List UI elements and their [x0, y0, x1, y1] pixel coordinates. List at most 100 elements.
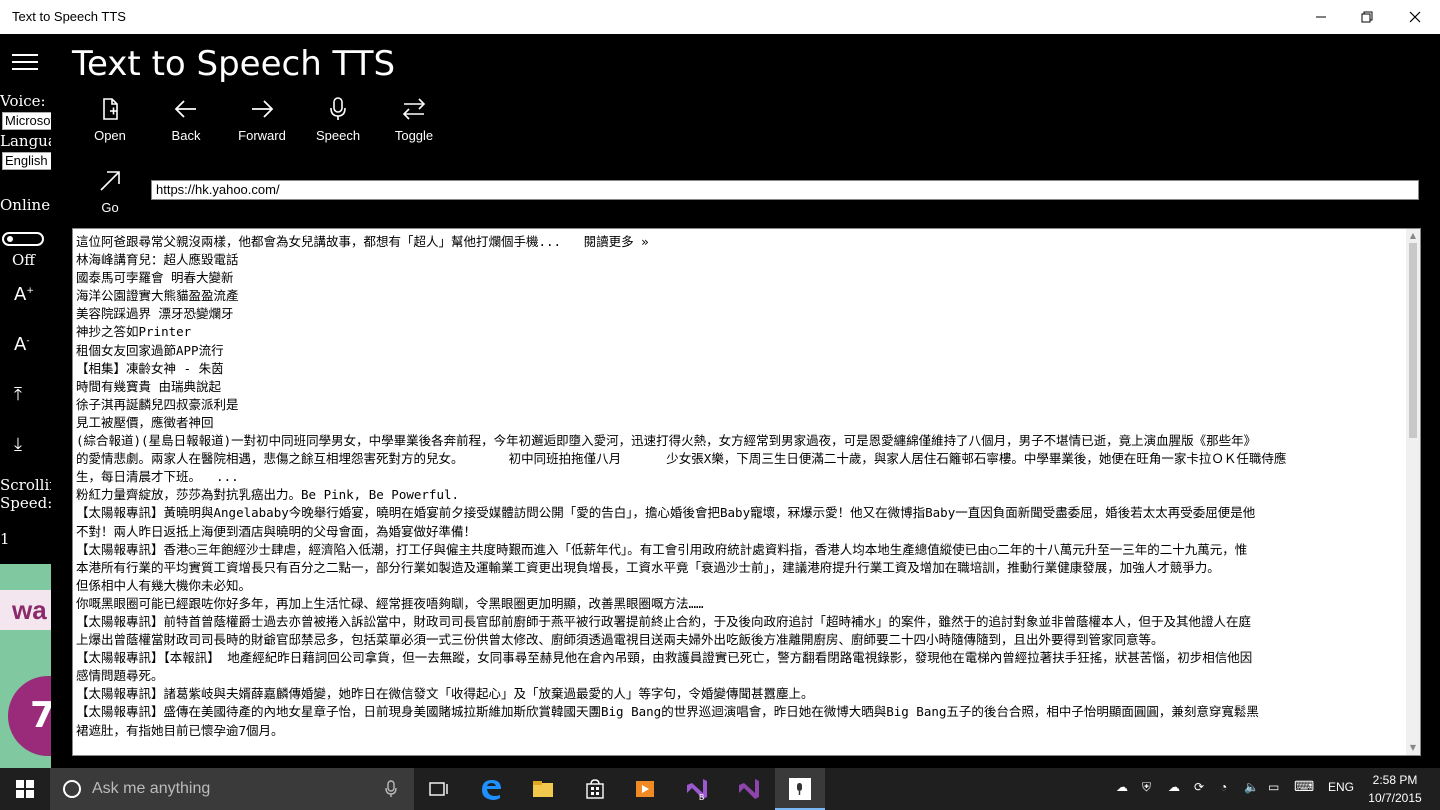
- app-title: Text to Speech TTS: [72, 44, 396, 84]
- toggle-knob: [7, 236, 13, 242]
- minimize-icon: [1316, 16, 1326, 18]
- content-line: 【太陽報專訊】前特首曾蔭權爵士過去亦曾被捲入訴訟當中，財政司司長官邸前廚師于燕平…: [76, 613, 1252, 629]
- go-button[interactable]: Go: [80, 168, 140, 220]
- close-button[interactable]: [1392, 0, 1438, 34]
- scroll-down-icon[interactable]: ▼: [1409, 743, 1417, 753]
- toggle-state-label: Off: [12, 251, 35, 269]
- url-input[interactable]: https://hk.yahoo.com/: [151, 180, 1419, 200]
- tts-app-icon: [789, 778, 811, 800]
- visual-studio-icon[interactable]: [736, 776, 762, 802]
- speed-value[interactable]: 1: [0, 530, 10, 548]
- content-line: 美容院踩過界 漂牙恐變爛牙: [76, 306, 234, 322]
- content-text-area[interactable]: 這位阿爸跟尋常父親沒兩樣，他都會為女兒講故事，都想有「超人」幫他打爛個手機...…: [72, 228, 1421, 756]
- content-line: 生，每日清晨才下班。 ...: [76, 469, 239, 485]
- speech-label: Speech: [315, 128, 361, 143]
- scroll-top-icon[interactable]: ⤒: [14, 384, 22, 405]
- arrow-left-icon: [174, 100, 196, 118]
- sync-tray-icon[interactable]: ⟳: [1194, 780, 1204, 794]
- svg-text:B: B: [699, 793, 704, 802]
- advertisement-image[interactable]: wa 7: [0, 564, 51, 768]
- content-line: 見工被壓價，應徵者神回: [76, 414, 214, 430]
- hamburger-menu-icon[interactable]: [12, 52, 38, 72]
- input-language-indicator[interactable]: ENG: [1328, 780, 1354, 794]
- toggle-label: Toggle: [394, 128, 434, 143]
- content-line: 不對！兩人昨日返抵上海便到酒店與曉明的父母會面，為婚宴做好準備！: [76, 523, 477, 539]
- back-label: Back: [171, 128, 201, 143]
- open-file-icon: [103, 98, 118, 120]
- font-decrease-icon[interactable]: A-: [14, 334, 30, 355]
- content-line: 【相集】凍齡女神 - 朱茵: [76, 360, 224, 376]
- content-text: 這位阿爸跟尋常父親沒兩樣，他都會為女兒講故事，都想有「超人」幫他打爛個手機...…: [76, 233, 1394, 740]
- back-button[interactable]: Back: [156, 96, 216, 148]
- cortana-search-box[interactable]: Ask me anything: [50, 768, 414, 810]
- tts-app-taskbar-button[interactable]: [775, 768, 825, 810]
- go-label: Go: [101, 200, 119, 215]
- content-line: 的愛情悲劇。兩家人在醫院相遇，悲傷之餘互相埋怨害死對方的兒女。 初中同班拍拖僅八…: [76, 451, 1287, 467]
- content-line: 你嘅黑眼圈可能已經跟咗你好多年，再加上生活忙碌、經常捱夜唔夠瞓，令黑眼圈更加明顯…: [76, 595, 704, 611]
- shield-tray-icon[interactable]: ⛨: [1142, 780, 1151, 795]
- side-panel: Voice: Microsoft Language English Online…: [0, 34, 51, 768]
- restore-button[interactable]: [1344, 0, 1390, 34]
- onedrive-tray-icon[interactable]: ☁: [1168, 780, 1180, 794]
- open-label: Open: [94, 128, 126, 143]
- windows-logo-icon: [16, 780, 34, 798]
- scroll-bottom-icon[interactable]: ⤓: [14, 434, 22, 455]
- edge-browser-icon[interactable]: [478, 776, 504, 802]
- content-line: 【太陽報專訊】【本報訊】 地產經紀昨日藉詞回公司拿貨，但一去無蹤，女同事尋至赫見…: [76, 650, 1253, 666]
- title-bar: Text to Speech TTS: [0, 0, 1440, 34]
- font-increase-icon[interactable]: A+: [14, 284, 34, 305]
- content-line: 徐子淇再誕麟兒四叔豪派利是: [76, 396, 239, 412]
- cortana-circle-icon: [63, 780, 81, 798]
- content-scrollbar[interactable]: ▲ ▼: [1406, 229, 1420, 755]
- language-select[interactable]: English: [2, 152, 51, 170]
- microphone-icon[interactable]: [385, 780, 397, 798]
- content-line: 粉紅力量齊綻放，莎莎為對抗乳癌出力。Be Pink, Be Powerful.: [76, 487, 460, 503]
- content-line: 林海峰講育兒：超人應毀電話: [76, 252, 239, 268]
- main-area: Text to Speech TTS Open Back Forward Spe…: [51, 34, 1440, 768]
- forward-label: Forward: [238, 128, 286, 143]
- content-line: 【太陽報專訊】香港○三年飽經沙士肆虐，經濟陷入低潮，打工仔與僱主共度時艱而進入「…: [76, 541, 1248, 557]
- content-line: 上爆出曾蔭權當財政司司長時的財爺官邸禁忌多，包括菜單必須一式三份供曾太修改、廚師…: [76, 632, 1164, 648]
- speed-label: Speed:: [0, 494, 51, 512]
- close-icon: [1409, 11, 1421, 23]
- content-line: 這位阿爸跟尋常父親沒兩樣，他都會為女兒講故事，都想有「超人」幫他打爛個手機...…: [76, 234, 649, 249]
- keyboard-icon[interactable]: ⌨: [1294, 778, 1314, 795]
- content-line: 但係相中人有幾大機你未必知。: [76, 577, 252, 593]
- voice-select[interactable]: Microsoft: [2, 112, 51, 130]
- content-line: 【太陽報專訊】盛傳在美國待產的內地女星章子怡，日前現身美國賭城拉斯維加斯欣賞韓國…: [76, 704, 1259, 720]
- volume-icon[interactable]: 🔈: [1244, 780, 1259, 794]
- scroll-up-icon[interactable]: ▲: [1409, 231, 1417, 241]
- restore-icon: [1361, 11, 1373, 23]
- minimize-button[interactable]: [1298, 0, 1344, 34]
- content-line: 【太陽報專訊】諸葛紫岐與夫婿薛嘉麟傳婚變，她昨日在微信發文「收得起心」及「放棄過…: [76, 686, 814, 702]
- start-button[interactable]: [0, 768, 50, 810]
- voice-label: Voice:: [0, 92, 46, 110]
- toggle-button[interactable]: Toggle: [384, 96, 444, 148]
- visual-studio-blend-icon[interactable]: B: [684, 776, 710, 802]
- content-line: (綜合報道)(星島日報報道)一對初中同班同學男女，中學畢業後各奔前程，今年初邂逅…: [76, 433, 1257, 449]
- action-center-icon[interactable]: ▭: [1268, 780, 1279, 794]
- online-toggle[interactable]: [2, 232, 44, 246]
- network-app-tray-icon[interactable]: ☁: [1116, 780, 1128, 794]
- scrolling-label: Scrolling: [0, 476, 51, 494]
- content-line: 時間有幾寶貴 由瑞典說起: [76, 378, 222, 394]
- speech-button[interactable]: Speech: [308, 96, 368, 148]
- content-line: 感情問題尋死。: [76, 668, 164, 684]
- open-button[interactable]: Open: [80, 96, 140, 148]
- forward-button[interactable]: Forward: [232, 96, 292, 148]
- clock[interactable]: 2:58 PM 10/7/2015: [1360, 771, 1430, 807]
- online-label: Online: [0, 196, 51, 214]
- store-icon[interactable]: [582, 776, 608, 802]
- content-line: 海洋公園證實大熊貓盈盈流產: [76, 288, 239, 304]
- microphone-icon: [330, 97, 346, 120]
- scrollbar-thumb[interactable]: [1409, 243, 1417, 438]
- content-line: 國泰馬可孛羅會 明春大變新: [76, 270, 234, 286]
- media-player-icon[interactable]: [632, 776, 658, 802]
- content-line: 租個女友回家過節APP流行: [76, 342, 224, 358]
- swap-arrows-icon: [402, 98, 426, 120]
- ad-banner-band: wa: [0, 590, 51, 630]
- file-explorer-icon[interactable]: [530, 776, 556, 802]
- search-placeholder: Ask me anything: [92, 780, 211, 797]
- wifi-tray-icon[interactable]: ◔: [1220, 780, 1227, 794]
- task-view-icon[interactable]: [426, 776, 452, 802]
